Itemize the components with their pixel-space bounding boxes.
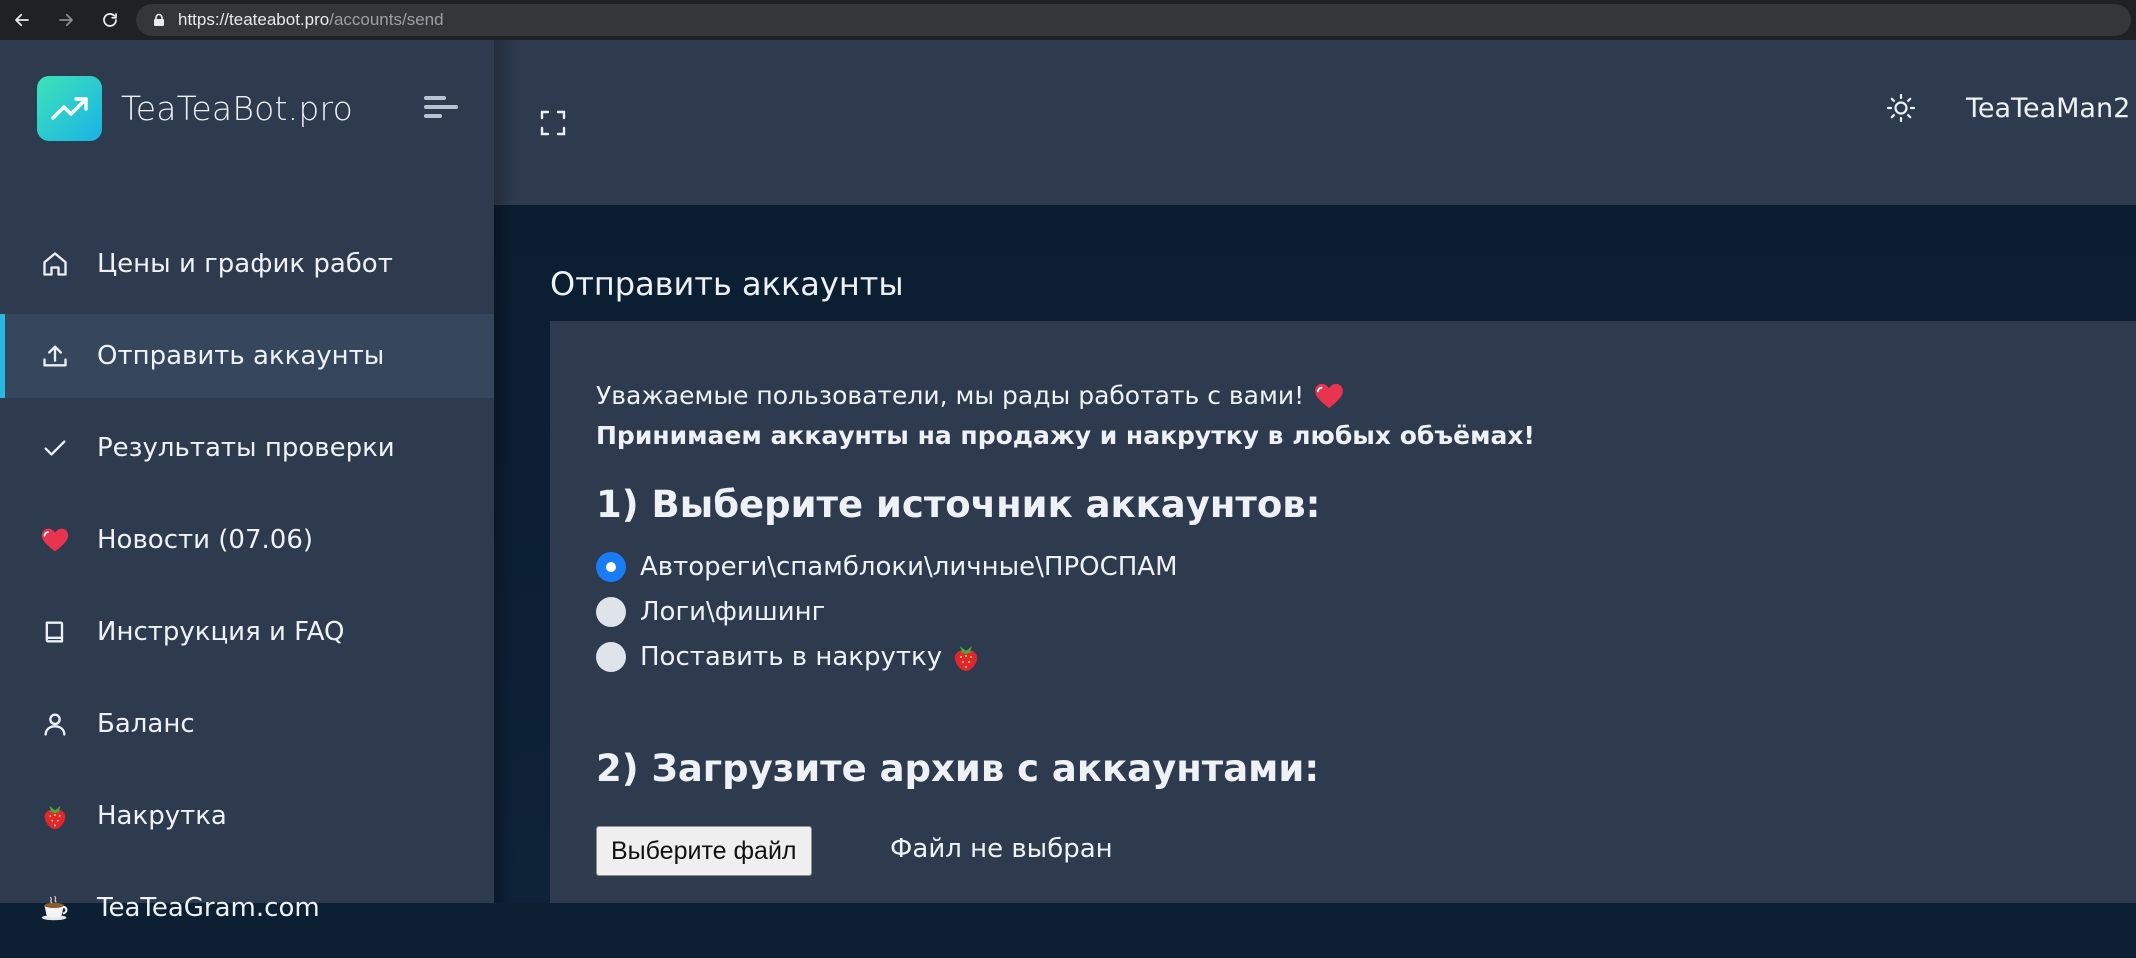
greeting-label: Уважаемые пользователи, мы рады работать… [596, 381, 1305, 410]
choose-file-button[interactable]: Выберите файл [596, 826, 812, 876]
brand-name: TeaTeaBot.pro [121, 89, 353, 128]
url-path: /accounts/send [329, 10, 444, 29]
browser-toolbar: https://teateabot.pro/accounts/send [0, 0, 2136, 40]
sidebar-item-balance[interactable]: Баланс [0, 682, 494, 766]
heart-emoji-icon [40, 525, 70, 555]
sidebar-item-prices[interactable]: Цены и график работ [0, 222, 494, 306]
sidebar-item-news[interactable]: Новости (07.06) [0, 498, 494, 582]
page-title: Отправить аккаунты [550, 265, 904, 303]
radio-button[interactable] [596, 597, 626, 627]
sun-icon[interactable] [1886, 93, 1916, 123]
file-status: Файл не выбран [890, 834, 1113, 864]
radio-button[interactable] [596, 552, 626, 582]
trending-up-icon [37, 76, 102, 141]
strawberry-emoji-icon [40, 801, 70, 831]
brand[interactable]: TeaTeaBot.pro [37, 76, 353, 141]
sidebar-item-label: Цены и график работ [97, 249, 393, 279]
sidebar-item-faq[interactable]: Инструкция и FAQ [0, 590, 494, 674]
sidebar-item-label: Инструкция и FAQ [97, 617, 345, 647]
source-option-boost[interactable]: Поставить в накрутку [596, 642, 980, 672]
radio-label: Логи\фишинг [640, 597, 826, 627]
notice-text: Принимаем аккаунты на продажу и накрутку… [596, 421, 1535, 450]
strawberry-emoji-icon [954, 646, 978, 671]
source-option-logs[interactable]: Логи\фишинг [596, 597, 825, 627]
back-button[interactable] [0, 0, 44, 40]
reload-button[interactable] [88, 0, 132, 40]
menu-toggle-icon[interactable] [424, 96, 458, 122]
sidebar-item-teateagram[interactable]: TeaTeaGram.com [0, 866, 494, 950]
sidebar-item-results[interactable]: Результаты проверки [0, 406, 494, 490]
fullscreen-icon[interactable] [540, 110, 566, 136]
forward-button[interactable] [44, 0, 88, 40]
step1-heading: 1) Выберите источник аккаунтов: [596, 483, 1321, 526]
sidebar-item-label: Новости (07.06) [97, 525, 314, 555]
send-accounts-card: Уважаемые пользователи, мы рады работать… [550, 321, 2136, 903]
top-header: TeaTeaMan2 [494, 40, 2136, 205]
sidebar-item-label: TeaTeaGram.com [97, 893, 320, 923]
upload-icon [40, 341, 70, 371]
sidebar-item-label: Накрутка [97, 801, 227, 831]
check-icon [40, 433, 70, 463]
radio-label: Автореги\спамблоки\личные\ПРОСПАМ [640, 552, 1178, 582]
lock-icon [154, 13, 164, 26]
arrow-right-icon [59, 13, 73, 27]
sidebar-item-label: Результаты проверки [97, 433, 395, 463]
main-content: Отправить аккаунты Уважаемые пользовател… [494, 205, 2136, 903]
tea-cup-emoji-icon [40, 893, 70, 923]
source-option-autoreg[interactable]: Автореги\спамблоки\личные\ПРОСПАМ [596, 552, 1178, 582]
book-icon [40, 617, 70, 647]
reload-icon [103, 13, 117, 27]
sidebar-shadow [494, 40, 514, 903]
arrow-left-icon [15, 13, 29, 27]
sidebar: TeaTeaBot.pro Цены и график работ Отправ… [0, 40, 494, 923]
user-icon [40, 709, 70, 739]
sidebar-item-label: Отправить аккаунты [97, 341, 385, 371]
step2-heading: 2) Загрузите архив с аккаунтами: [596, 747, 1320, 790]
sidebar-item-label: Баланс [97, 709, 195, 739]
heart-emoji-icon [1315, 383, 1344, 408]
address-bar[interactable]: https://teateabot.pro/accounts/send [136, 4, 2131, 36]
radio-label: Поставить в накрутку [640, 642, 943, 672]
sidebar-item-boost[interactable]: Накрутка [0, 774, 494, 858]
radio-button[interactable] [596, 642, 626, 672]
sidebar-item-send-accounts[interactable]: Отправить аккаунты [0, 314, 494, 398]
user-menu[interactable]: TeaTeaMan2 [1966, 93, 2130, 124]
greeting-text: Уважаемые пользователи, мы рады работать… [596, 381, 1344, 410]
sidebar-nav: Цены и график работ Отправить аккаунты Р… [0, 222, 494, 958]
url-host: https://teateabot.pro [178, 10, 330, 29]
home-icon [40, 249, 70, 279]
